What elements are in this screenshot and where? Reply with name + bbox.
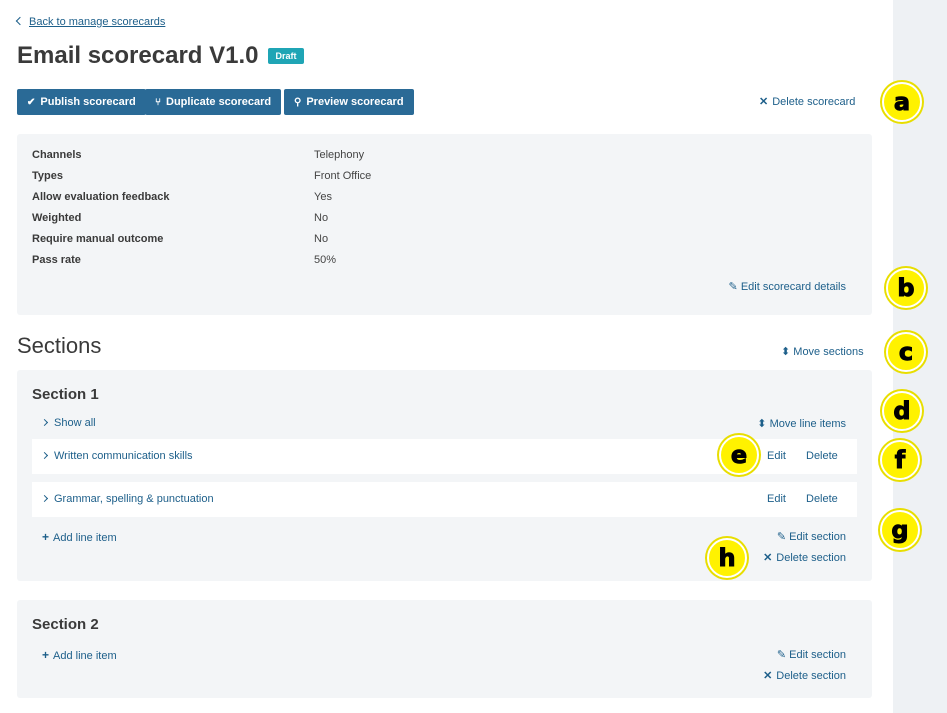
section-title: Section 1 [32, 386, 99, 403]
main-content: Back to manage scorecards Email scorecar… [0, 0, 893, 713]
add-line-item-link[interactable]: + Add line item [42, 648, 117, 662]
edit-section-link[interactable]: ✎ Edit section [777, 530, 846, 543]
close-icon: ✕ [763, 552, 773, 564]
title-row: Email scorecard V1.0 Draft [17, 42, 304, 70]
detail-label: Pass rate [32, 254, 81, 266]
section-title: Section 2 [32, 616, 99, 633]
edit-scorecard-details-link[interactable]: ✎ Edit scorecard details [729, 280, 846, 293]
delete-section-link[interactable]: ✕ Delete section [763, 551, 846, 564]
detail-value: No [314, 212, 329, 224]
plus-icon: + [42, 530, 50, 544]
detail-label: Allow evaluation feedback [32, 191, 170, 203]
scorecard-details-panel: Channels Telephony Types Front Office Al… [17, 134, 872, 315]
edit-line-item-link[interactable]: Edit [767, 450, 786, 462]
plus-icon: + [42, 648, 50, 662]
preview-button-label: Preview scorecard [306, 96, 404, 108]
callout-g: g [880, 510, 920, 550]
duplicate-button[interactable]: ⑂ Duplicate scorecard [145, 89, 282, 115]
detail-label: Weighted [32, 212, 82, 224]
move-line-items-label: Move line items [769, 418, 846, 430]
sort-icon: ⬍ [757, 418, 767, 430]
detail-value: Front Office [314, 170, 372, 182]
detail-value: Yes [314, 191, 332, 203]
edit-scorecard-details-label: Edit scorecard details [740, 281, 846, 293]
chevron-right-icon [40, 494, 49, 503]
callout-b: b [886, 268, 926, 308]
detail-label: Types [32, 170, 63, 182]
show-all-label: Show all [54, 417, 96, 429]
line-item-label: Grammar, spelling & punctuation [54, 493, 214, 505]
detail-value: No [314, 233, 329, 245]
show-all-toggle[interactable]: Show all [40, 417, 96, 429]
status-badge: Draft [268, 48, 304, 64]
delete-scorecard-link[interactable]: ✕ Delete scorecard [759, 95, 855, 108]
line-item-row: Grammar, spelling & punctuation Edit Del… [32, 482, 857, 517]
move-sections-link[interactable]: ⬍ Move sections [781, 345, 864, 358]
detail-label: Channels [32, 149, 82, 161]
line-item-label: Written communication skills [54, 450, 193, 462]
callout-d: d [882, 391, 922, 431]
delete-section-label: Delete section [776, 552, 846, 564]
edit-line-item-link[interactable]: Edit [767, 493, 786, 505]
chevron-left-icon [15, 16, 25, 26]
delete-scorecard-label: Delete scorecard [772, 96, 856, 108]
add-line-item-label: Add line item [53, 532, 117, 544]
detail-value: Telephony [314, 149, 365, 161]
back-link-label: Back to manage scorecards [29, 16, 166, 28]
pencil-icon: ✎ [776, 649, 787, 661]
delete-line-item-link[interactable]: Delete [806, 493, 838, 505]
delete-line-item-link[interactable]: Delete [806, 450, 838, 462]
check-icon: ✔ [27, 96, 36, 108]
detail-label: Require manual outcome [32, 233, 164, 245]
page-title: Email scorecard V1.0 [17, 42, 259, 69]
callout-f: f [880, 440, 920, 480]
callout-e: e [719, 435, 759, 475]
add-line-item-label: Add line item [53, 650, 117, 662]
search-icon: ⚲ [294, 96, 302, 108]
detail-value: 50% [314, 254, 337, 266]
edit-section-label: Edit section [789, 531, 846, 543]
pencil-icon: ✎ [776, 531, 787, 543]
move-line-items-link[interactable]: ⬍ Move line items [757, 417, 846, 430]
publish-button[interactable]: ✔ Publish scorecard [17, 89, 146, 115]
delete-section-link[interactable]: ✕ Delete section [763, 669, 846, 682]
sections-heading: Sections [17, 333, 102, 358]
sort-icon: ⬍ [781, 346, 791, 358]
callout-c: c [886, 332, 926, 372]
pencil-icon: ✎ [728, 281, 738, 293]
chevron-right-icon [40, 451, 49, 460]
line-item-expand[interactable]: Grammar, spelling & punctuation [40, 493, 214, 505]
line-item-expand[interactable]: Written communication skills [40, 450, 193, 462]
preview-button[interactable]: ⚲ Preview scorecard [284, 89, 414, 115]
callout-a: a [882, 82, 922, 122]
edit-section-link[interactable]: ✎ Edit section [777, 648, 846, 661]
edit-section-label: Edit section [789, 649, 846, 661]
add-line-item-link[interactable]: + Add line item [42, 530, 117, 544]
back-link[interactable]: Back to manage scorecards [15, 16, 166, 28]
move-sections-label: Move sections [793, 346, 864, 358]
branch-icon: ⑂ [155, 96, 161, 108]
delete-section-label: Delete section [776, 670, 846, 682]
section-card: Section 2 + Add line item ✎ Edit section … [17, 600, 872, 698]
publish-button-label: Publish scorecard [40, 96, 136, 108]
close-icon: ✕ [763, 670, 773, 682]
close-icon: ✕ [759, 96, 769, 108]
duplicate-button-label: Duplicate scorecard [166, 96, 272, 108]
chevron-right-icon [40, 418, 49, 427]
callout-h: h [707, 538, 747, 578]
